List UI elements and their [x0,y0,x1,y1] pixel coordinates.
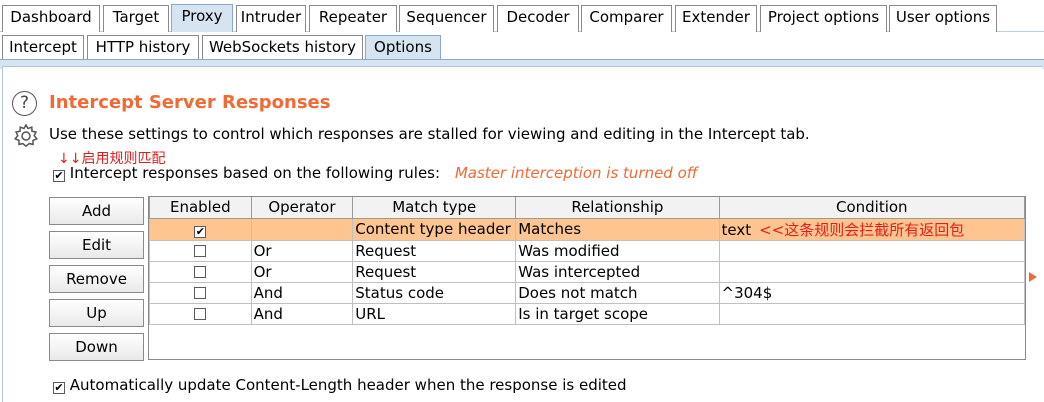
table-row[interactable]: ✔ Content type header Matches text <<这条规则会拦截… [149,217,1026,241]
subtab-intercept[interactable]: Intercept [2,35,84,61]
column-header-relationship[interactable]: Relationship [515,197,720,219]
table-row[interactable]: Or Request Was modified [149,239,1026,262]
intercept-rules-label: Intercept responses based on the followi… [69,164,441,182]
table-row[interactable]: Or Request Was intercepted [149,260,1026,283]
content-length-checkbox[interactable]: ✔ [53,382,65,394]
cell-enabled [149,281,252,304]
rules-grid: Enabled Operator Match type Relationship… [149,197,1026,325]
intercept-rules-row: ✔ Intercept responses based on the follo… [53,164,698,182]
column-header-operator[interactable]: Operator [250,197,354,219]
up-button[interactable]: Up [49,299,144,327]
cell-match-type: Request [352,239,517,262]
cell-relationship: Matches [515,217,720,241]
tab-sequencer[interactable]: Sequencer [399,5,494,32]
cell-operator: Or [250,260,354,283]
section-title: Intercept Server Responses [49,92,331,113]
scroll-right-arrow-icon[interactable] [1029,272,1037,282]
column-header-condition[interactable]: Condition [718,197,1026,219]
subtab-http-history[interactable]: HTTP history [87,35,199,61]
cell-relationship: Was intercepted [515,260,720,283]
rule-enabled-checkbox[interactable] [194,307,207,320]
cell-operator: And [250,302,354,325]
tab-target[interactable]: Target [103,5,169,32]
column-header-match-type[interactable]: Match type [352,197,517,219]
rule-enabled-checkbox[interactable]: ✔ [194,226,207,238]
cell-condition: text <<这条规则会拦截所有返回包 [718,217,1026,241]
sub-tab-bar: Intercept HTTP history WebSockets histor… [0,32,1044,61]
tab-repeater[interactable]: Repeater [309,5,397,32]
cell-condition: ^304$ [718,281,1026,304]
cell-match-type: URL [352,302,517,325]
cell-operator: And [250,281,354,304]
rule-enabled-checkbox[interactable] [194,265,207,278]
tab-comparer[interactable]: Comparer [581,5,672,32]
cell-enabled: ✔ [149,217,252,241]
table-row[interactable]: And URL Is in target scope [149,302,1026,325]
subtab-websockets-history[interactable]: WebSockets history [202,35,363,61]
add-button[interactable]: Add [49,197,144,225]
tab-proxy[interactable]: Proxy [171,4,233,32]
help-icon[interactable]: ? [12,91,37,116]
section-description: Use these settings to control which resp… [49,125,810,143]
column-header-enabled[interactable]: Enabled [149,197,252,219]
edit-button[interactable]: Edit [49,231,144,259]
cell-match-type: Content type header [352,217,517,241]
condition-value: text [721,220,752,239]
content-length-row: ✔ Automatically update Content-Length he… [53,376,627,394]
intercept-rules-checkbox[interactable]: ✔ [53,170,65,182]
condition-value: ^304$ [721,283,773,302]
tab-user-options[interactable]: User options [889,5,997,32]
table-header-row: Enabled Operator Match type Relationship… [149,197,1026,219]
master-interception-warning: Master interception is turned off [454,164,698,182]
tab-dashboard[interactable]: Dashboard [2,5,100,32]
cell-relationship: Does not match [515,281,720,304]
cell-enabled [149,239,252,262]
cell-match-type: Status code [352,281,517,304]
cell-relationship: Is in target scope [515,302,720,325]
remove-button[interactable]: Remove [49,265,144,293]
down-button[interactable]: Down [49,333,144,361]
content-length-label: Automatically update Content-Length head… [69,376,627,394]
annotation-intercept-all: <<这条规则会拦截所有返回包 [759,220,965,239]
cell-condition [718,239,1026,262]
cell-operator: Or [250,239,354,262]
tab-project-options[interactable]: Project options [760,5,887,32]
main-tab-bar: Dashboard Target Proxy Intruder Repeater… [0,0,1044,32]
subtab-options[interactable]: Options [365,35,441,61]
cell-enabled [149,302,252,325]
cell-operator [250,217,354,241]
rules-table: Enabled Operator Match type Relationship… [148,196,1026,360]
cell-match-type: Request [352,260,517,283]
cell-relationship: Was modified [515,239,720,262]
cell-enabled [149,260,252,283]
cell-condition [718,260,1026,283]
rule-enabled-checkbox[interactable] [194,244,207,257]
tab-extender[interactable]: Extender [675,5,757,32]
table-row[interactable]: And Status code Does not match ^304$ [149,281,1026,304]
gear-icon[interactable] [12,122,40,150]
rule-enabled-checkbox[interactable] [194,286,207,299]
cell-condition [718,302,1026,325]
tab-intruder[interactable]: Intruder [236,5,306,32]
tab-decoder[interactable]: Decoder [497,5,579,32]
